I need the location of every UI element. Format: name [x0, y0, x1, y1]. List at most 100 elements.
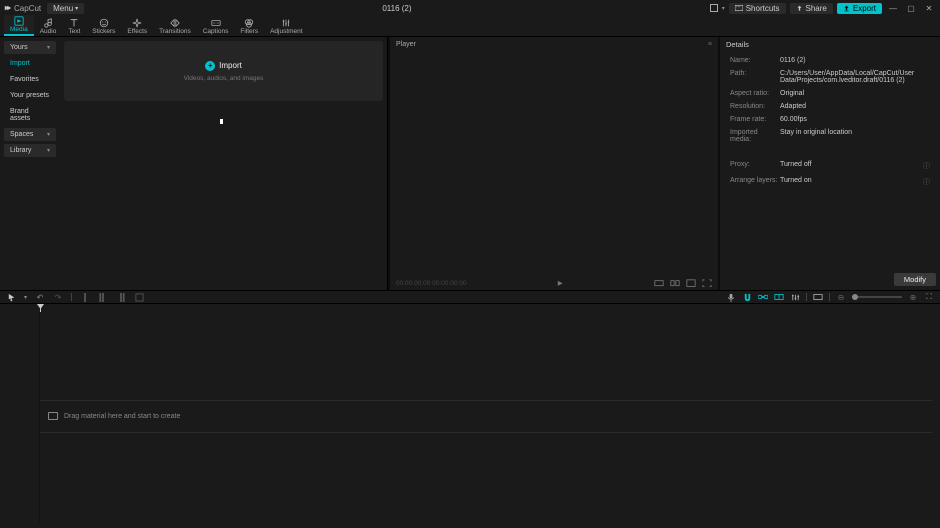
sidebar-library[interactable]: Library▾	[4, 144, 56, 157]
scale-icon[interactable]	[686, 279, 696, 287]
text-icon	[69, 18, 79, 28]
tab-adjustment[interactable]: Adjustment	[264, 17, 309, 36]
split-icon[interactable]	[80, 292, 90, 302]
info-icon[interactable]: ⓘ	[923, 161, 930, 171]
undo-icon[interactable]: ↶	[35, 292, 45, 302]
minimize-button[interactable]: —	[886, 1, 900, 15]
timeline-panel: Drag material here and start to create	[0, 304, 940, 528]
zoom-in-icon[interactable]: ⊕	[908, 292, 918, 302]
tab-media[interactable]: Media	[4, 15, 34, 36]
shortcuts-button[interactable]: Shortcuts	[729, 3, 786, 14]
delete-right-icon[interactable]	[116, 292, 126, 302]
play-button[interactable]: ▶	[558, 279, 563, 287]
player-menu-icon[interactable]: ≡	[708, 41, 712, 48]
fullscreen-icon[interactable]	[702, 279, 712, 287]
preview-axis-icon[interactable]	[774, 292, 784, 302]
tab-transitions[interactable]: Transitions	[153, 17, 197, 36]
magnet-icon[interactable]	[742, 292, 752, 302]
import-dropzone[interactable]: + Import Videos, audios, and images	[64, 41, 383, 101]
timeline-toolbar: ▾ ↶ ↷ ⊖ ⊕ ⛶	[0, 290, 940, 304]
maximize-button[interactable]: ▢	[904, 1, 918, 15]
modify-button[interactable]: Modify	[894, 273, 936, 286]
share-button[interactable]: Share	[790, 3, 833, 14]
media-icon	[14, 16, 24, 26]
captions-icon	[211, 18, 221, 28]
d-res-label: Resolution:	[730, 103, 780, 110]
player-controls: 00:00:00:00 00:00:00:00 ▶	[390, 276, 718, 290]
d-layers-value: Turned on	[780, 177, 923, 187]
sidebar-presets[interactable]: Your presets	[4, 89, 56, 102]
fit-icon[interactable]: ⛶	[924, 292, 934, 302]
d-aspect-value: Original	[780, 90, 930, 97]
effects-icon	[132, 18, 142, 28]
tool-chevron-icon[interactable]: ▾	[24, 294, 27, 301]
ratio-icon[interactable]	[654, 279, 664, 287]
sidebar-spaces[interactable]: Spaces▾	[4, 128, 56, 141]
details-panel: Details Name:0116 (2) Path:C:/Users/User…	[720, 37, 940, 290]
sidebar-favorites[interactable]: Favorites	[4, 73, 56, 86]
chevron-down-icon: ▾	[47, 44, 50, 51]
cover-icon[interactable]	[813, 292, 823, 302]
tab-stickers[interactable]: Stickers	[86, 17, 121, 36]
media-sidebar: Yours▾ Import Favorites Your presets Bra…	[0, 37, 60, 290]
delete-left-icon[interactable]	[98, 292, 108, 302]
link-icon[interactable]	[758, 292, 768, 302]
tab-captions[interactable]: Captions	[197, 17, 235, 36]
track-gutter	[0, 312, 40, 522]
compare-icon[interactable]	[670, 279, 680, 287]
playhead[interactable]	[40, 304, 41, 312]
d-path-value: C:/Users/User/AppData/Local/CapCut/User …	[780, 70, 930, 84]
menu-button[interactable]: Menu▾	[47, 3, 84, 14]
sidebar-brand[interactable]: Brand assets	[4, 105, 56, 125]
d-path-label: Path:	[730, 70, 780, 84]
tab-effects[interactable]: Effects	[121, 17, 153, 36]
zoom-out-icon[interactable]: ⊖	[836, 292, 846, 302]
sidebar-yours[interactable]: Yours▾	[4, 41, 56, 54]
close-button[interactable]: ✕	[922, 1, 936, 15]
details-title: Details	[720, 37, 940, 51]
timeline-tracks[interactable]: Drag material here and start to create	[0, 312, 940, 522]
info-icon[interactable]: ⓘ	[923, 177, 930, 187]
crop-icon[interactable]	[134, 292, 144, 302]
d-fps-value: 60.00fps	[780, 116, 930, 123]
redo-icon[interactable]: ↷	[53, 292, 63, 302]
d-layers-label: Arrange layers:	[730, 177, 780, 187]
player-title: Player	[396, 41, 416, 48]
track-adjust-icon[interactable]	[790, 292, 800, 302]
player-timecode: 00:00:00:00 00:00:00:00	[396, 280, 466, 287]
player-panel: Player ≡ 00:00:00:00 00:00:00:00 ▶	[390, 37, 718, 290]
app-logo: CapCut	[4, 4, 41, 13]
media-panel: Yours▾ Import Favorites Your presets Bra…	[0, 37, 388, 290]
project-title: 0116 (2)	[84, 4, 710, 13]
plus-icon: +	[205, 61, 215, 71]
tool-tabs: Media Audio Text Stickers Effects Transi…	[0, 16, 940, 37]
layout-chevron-icon[interactable]: ▾	[722, 5, 725, 12]
import-subtitle: Videos, audios, and images	[184, 75, 264, 82]
timeline-ruler[interactable]	[0, 304, 940, 312]
layout-icon[interactable]	[710, 4, 718, 12]
d-res-value: Adapted	[780, 103, 930, 110]
import-label: Import	[219, 61, 242, 70]
pointer-tool-icon[interactable]	[6, 292, 16, 302]
transitions-icon	[170, 18, 180, 28]
chevron-down-icon: ▾	[47, 147, 50, 154]
tab-filters[interactable]: Filters	[234, 17, 264, 36]
share-icon	[796, 5, 803, 12]
export-icon	[843, 5, 850, 12]
tab-text[interactable]: Text	[62, 17, 86, 36]
title-bar: CapCut Menu▾ 0116 (2) ▾ Shortcuts Share …	[0, 0, 940, 16]
timeline-drop-hint: Drag material here and start to create	[48, 412, 180, 420]
d-name-value: 0116 (2)	[780, 57, 930, 64]
zoom-slider[interactable]	[852, 296, 902, 298]
mic-icon[interactable]	[726, 292, 736, 302]
d-name-label: Name:	[730, 57, 780, 64]
audio-icon	[43, 18, 53, 28]
stickers-icon	[99, 18, 109, 28]
d-fps-label: Frame rate:	[730, 116, 780, 123]
adjustment-icon	[281, 18, 291, 28]
sidebar-import[interactable]: Import	[4, 57, 56, 70]
export-button[interactable]: Export	[837, 3, 882, 14]
tab-audio[interactable]: Audio	[34, 17, 63, 36]
player-viewport[interactable]	[390, 51, 718, 276]
d-imported-label: Imported media:	[730, 129, 780, 143]
